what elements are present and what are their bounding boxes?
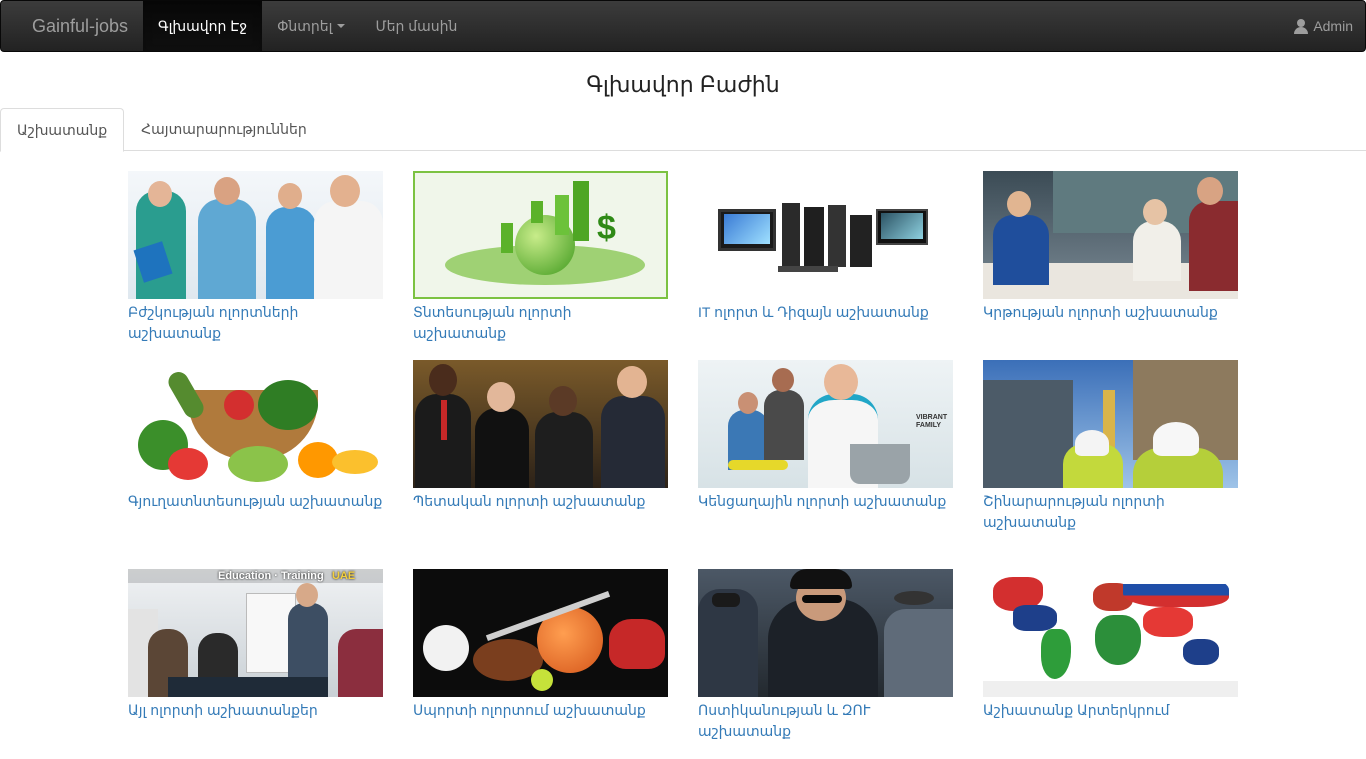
construction-photo — [983, 360, 1238, 488]
tab-jobs[interactable]: Աշխատանք — [0, 108, 125, 152]
tab-bar: Աշխատանք Հայտարարություններ — [0, 108, 1366, 152]
category-label-medical: Բժշկության ոլորտների աշխատանք — [128, 304, 299, 341]
top-navbar: Gainful-jobs Գլխավոր Էջ Փնտրել Մեր մասին… — [0, 0, 1366, 52]
computers-photo — [698, 171, 953, 299]
category-label-other: Այլ ոլորտի աշխատանքեր — [128, 702, 318, 718]
brand-link[interactable]: Gainful-jobs — [1, 1, 143, 51]
world-flags-map-photo — [983, 569, 1238, 697]
classroom-photo — [983, 171, 1238, 299]
overlay-label-uae: UAE — [332, 570, 356, 582]
category-label-government: Պետական ոլորտի աշխատանք — [413, 493, 646, 509]
category-label-abroad: Աշխատանք Արտերկրում — [983, 702, 1170, 718]
category-card-government[interactable]: Պետական ոլորտի աշխատանք — [413, 360, 668, 512]
user-name: Admin — [1313, 18, 1353, 34]
user-icon — [1294, 18, 1309, 34]
training-meeting-photo: Education · Training UAE — [128, 569, 383, 697]
nav-home[interactable]: Գլխավոր Էջ — [143, 1, 263, 51]
cleaning-photo: VIBRANT FAMILY — [698, 360, 953, 488]
nav-home-label: Գլխավոր Էջ — [158, 17, 248, 34]
category-card-sport[interactable]: Սպորտի ոլորտում աշխատանք — [413, 569, 668, 721]
category-card-construction[interactable]: Շինարարության ոլորտի աշխատանք — [983, 360, 1238, 533]
category-card-police[interactable]: Ոստիկանության և ԶՈՒ աշխատանք — [698, 569, 953, 742]
nav-search-label: Փնտրել — [277, 17, 333, 34]
category-card-household[interactable]: VIBRANT FAMILY Կենցաղային ոլորտի աշխատանք — [698, 360, 953, 512]
business-people-photo — [413, 360, 668, 488]
category-card-medical[interactable]: Բժշկության ոլորտների աշխատանք — [128, 171, 383, 344]
overlay-label-training: Education · Training — [218, 570, 324, 582]
vegetables-basket-photo — [128, 360, 383, 488]
economy-globe-photo: $ — [413, 171, 668, 299]
category-card-agriculture[interactable]: Գյուղատնտեսության աշխատանք — [128, 360, 383, 512]
category-card-education[interactable]: Կրթության ոլորտի աշխատանք — [983, 171, 1238, 323]
category-card-economy[interactable]: $ Տնտեսության ոլորտի աշխատանք — [413, 171, 668, 344]
nav-about[interactable]: Մեր մասին — [360, 1, 472, 51]
category-label-sport: Սպորտի ոլորտում աշխատանք — [413, 702, 646, 718]
category-label-police: Ոստիկանության և ԶՈՒ աշխատանք — [698, 702, 871, 739]
category-label-economy: Տնտեսության ոլորտի աշխատանք — [413, 304, 572, 341]
medical-staff-photo — [128, 171, 383, 299]
category-label-education: Կրթության ոլորտի աշխատանք — [983, 304, 1218, 320]
nav-about-label: Մեր մասին — [375, 17, 458, 34]
tab-announcements[interactable]: Հայտարարություններ — [124, 108, 324, 151]
nav-search-dropdown[interactable]: Փնտրել — [262, 1, 360, 51]
category-card-abroad[interactable]: Աշխատանք Արտերկրում — [983, 569, 1238, 721]
category-card-other[interactable]: Education · Training UAE Այլ ոլորտի աշխա… — [128, 569, 383, 721]
category-label-agriculture: Գյուղատնտեսության աշխատանք — [128, 493, 383, 509]
category-card-it[interactable]: IT ոլորտ և Դիզայն աշխատանք — [698, 171, 953, 323]
category-label-it: IT ոլորտ և Դիզայն աշխատանք — [698, 304, 929, 320]
police-officers-photo — [698, 569, 953, 697]
sports-balls-photo — [413, 569, 668, 697]
category-label-household: Կենցաղային ոլորտի աշխատանք — [698, 493, 947, 509]
caret-down-icon — [337, 24, 346, 28]
category-label-construction: Շինարարության ոլորտի աշխատանք — [983, 493, 1165, 530]
user-menu[interactable]: Admin — [1294, 1, 1365, 51]
page-title: Գլխավոր Բաժին — [586, 72, 780, 97]
